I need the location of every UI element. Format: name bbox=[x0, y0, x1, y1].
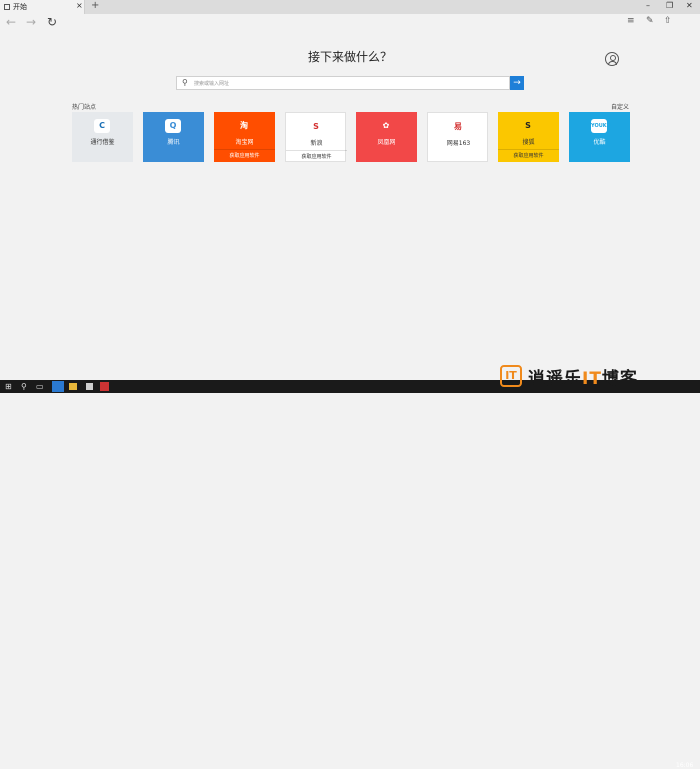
restore-button[interactable]: ❐ bbox=[666, 1, 673, 10]
close-window-button[interactable]: ✕ bbox=[686, 1, 693, 10]
site-logo-icon: 淘 bbox=[236, 119, 252, 133]
tab-start[interactable]: 开始 × bbox=[0, 0, 85, 14]
site-logo-icon: S bbox=[308, 120, 324, 134]
site-name: 网易163 bbox=[446, 140, 471, 147]
web-note-icon[interactable]: ✎ bbox=[646, 16, 654, 26]
site-tile[interactable]: 淘淘宝网获取应用软件 bbox=[214, 112, 275, 162]
site-name: 新浪 bbox=[310, 140, 323, 147]
get-app-link[interactable]: 获取应用软件 bbox=[286, 150, 347, 163]
refresh-icon[interactable]: ↻ bbox=[47, 15, 57, 29]
start-icon[interactable]: ⊞ bbox=[5, 382, 12, 391]
title-bar: 开始 × + – ❐ ✕ bbox=[0, 0, 700, 14]
hub-icon[interactable]: ≡ bbox=[627, 16, 635, 26]
site-tile[interactable]: S 搜狐获取应用软件 bbox=[498, 112, 559, 162]
minimize-button[interactable]: – bbox=[646, 1, 650, 10]
task-view-icon[interactable]: ▭ bbox=[36, 382, 44, 391]
search-placeholder: 搜索或输入网址 bbox=[194, 81, 230, 87]
tab-title: 开始 bbox=[13, 3, 27, 11]
nav-toolbar: ← → ↻ ≡ ✎ ⇧ bbox=[0, 14, 700, 32]
site-tile[interactable]: 易网易163 bbox=[427, 112, 488, 162]
site-name: 淘宝网 bbox=[235, 139, 254, 146]
site-logo-icon: ✿ bbox=[378, 119, 394, 133]
watermark-text: 逍遥乐IT博客 bbox=[528, 364, 638, 389]
hot-sites-label: 热门站点 bbox=[72, 104, 97, 111]
watermark-text-c: 博客 bbox=[601, 368, 638, 389]
site-name: 优酷 bbox=[593, 139, 606, 146]
watermark: IT 逍遥乐IT博客 bbox=[500, 363, 638, 389]
new-tab-button[interactable]: + bbox=[91, 0, 99, 11]
app-taskbar-icon[interactable] bbox=[100, 382, 109, 391]
site-name: 凤凰网 bbox=[377, 139, 396, 146]
site-logo-icon: YOUKU bbox=[591, 119, 611, 133]
taskbar-search-icon[interactable]: ⚲ bbox=[21, 382, 27, 391]
site-name: 通行借鉴 bbox=[90, 139, 115, 146]
get-app-link[interactable]: 获取应用软件 bbox=[498, 149, 559, 162]
search-input[interactable]: ⚲ 搜索或输入网址 bbox=[176, 76, 510, 90]
search-icon: ⚲ bbox=[182, 78, 188, 87]
clock: 16:06 bbox=[676, 762, 694, 769]
edge-taskbar-icon[interactable] bbox=[52, 381, 64, 392]
watermark-text-a: 逍遥乐 bbox=[528, 368, 582, 389]
store-taskbar-icon[interactable] bbox=[86, 383, 93, 390]
site-tile[interactable]: ✿ 凤凰网 bbox=[356, 112, 417, 162]
site-logo-icon: C bbox=[94, 119, 110, 133]
watermark-logo: IT bbox=[500, 365, 522, 387]
search-go-button[interactable]: → bbox=[510, 76, 524, 90]
back-icon[interactable]: ← bbox=[6, 15, 16, 29]
site-logo-icon: Q bbox=[165, 119, 181, 133]
site-tile[interactable]: YOUKU 优酷 bbox=[569, 112, 630, 162]
site-tile[interactable]: S 新浪获取应用软件 bbox=[285, 112, 347, 163]
get-app-link[interactable]: 获取应用软件 bbox=[214, 149, 275, 162]
site-name: 搜狐 bbox=[522, 139, 535, 146]
tab-close-icon[interactable]: × bbox=[76, 1, 83, 10]
site-logo-icon: S bbox=[520, 119, 536, 133]
forward-icon[interactable]: → bbox=[26, 15, 36, 29]
site-logo-icon: 易 bbox=[450, 120, 466, 134]
watermark-text-b: IT bbox=[582, 368, 602, 389]
page-icon bbox=[4, 4, 10, 10]
site-tile[interactable]: C 通行借鉴 bbox=[72, 112, 133, 162]
customize-link[interactable]: 自定义 bbox=[611, 102, 629, 111]
site-name: 腾讯 bbox=[167, 139, 180, 146]
explorer-taskbar-icon[interactable] bbox=[69, 383, 77, 390]
page-title: 接下来做什么？ bbox=[307, 50, 392, 64]
site-tile[interactable]: Q 腾讯 bbox=[143, 112, 204, 162]
share-icon[interactable]: ⇧ bbox=[664, 16, 672, 26]
